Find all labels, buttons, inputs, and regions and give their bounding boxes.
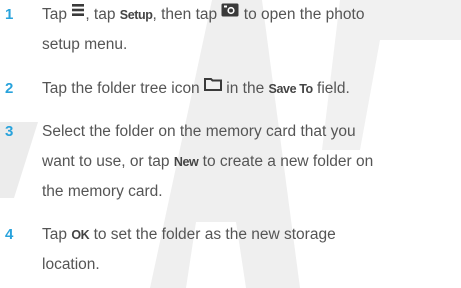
camera-icon [221, 0, 239, 28]
folder-icon [204, 72, 222, 102]
menu-icon [71, 0, 85, 28]
step-number: 1 [5, 6, 14, 23]
step-line: Select the folder on the memory card tha… [42, 123, 356, 140]
steps-list: 1 Tap , tap Setup, then tap to open the … [0, 0, 461, 288]
new-keyword: New [173, 155, 199, 169]
step-line: the memory card. [42, 183, 163, 200]
save-to-keyword: Save To [268, 82, 314, 97]
setup-keyword: Setup [119, 8, 153, 23]
step-number: 4 [5, 226, 14, 243]
ok-keyword: OK [71, 228, 90, 242]
step-text: Tap OK to set the folder as the new stor… [42, 220, 457, 280]
step-line: want to use, or tap New to create a new … [42, 153, 374, 170]
step-line: Tap OK to set the folder as the new stor… [42, 226, 336, 243]
step-text: Tap the folder tree icon in the Save To … [42, 74, 457, 104]
step-line: Tap , tap Setup, then tap to open the ph… [42, 0, 457, 30]
step-text: Select the folder on the memory card tha… [42, 117, 457, 207]
step-line: location. [42, 256, 100, 273]
step-number: 2 [5, 80, 14, 97]
step-text: Tap , tap Setup, then tap to open the ph… [42, 0, 457, 60]
step-line: Tap the folder tree icon in the Save To … [42, 74, 457, 104]
step-line: setup menu. [42, 36, 128, 54]
step-number: 3 [5, 123, 14, 140]
